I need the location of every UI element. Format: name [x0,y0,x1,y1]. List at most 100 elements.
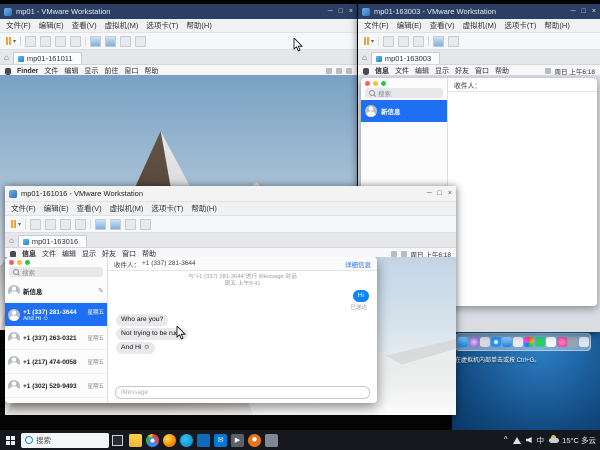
tabs-view-icon[interactable] [110,219,121,230]
dock-trash-icon[interactable] [579,337,589,347]
conversation-item-selected[interactable]: +1 (337) 281-3644 星期五 And Hi ☺ [5,303,107,326]
menu-tabs[interactable]: 选项卡(T) [151,203,183,214]
dock-launchpad-icon[interactable] [480,337,490,347]
taskbar-chrome-icon[interactable] [146,434,159,447]
dock-notes-icon[interactable] [513,337,523,347]
dock-messages-icon[interactable] [535,337,545,347]
minimize-traffic-icon[interactable] [373,81,378,86]
dock-safari-icon[interactable] [491,337,501,347]
compose-icon[interactable]: ✎ [98,287,104,295]
menu-help[interactable]: 帮助(H) [186,20,211,31]
close-traffic-icon[interactable] [9,260,14,265]
taskbar-search[interactable]: 搜索 [21,433,109,448]
minimize-button[interactable]: ─ [328,8,333,15]
start-button[interactable] [0,430,20,450]
menu-file[interactable]: 文件(F) [6,20,31,31]
macos-app-menu[interactable]: Finder [17,68,38,75]
fullscreen-icon[interactable] [135,36,146,47]
unity-mode-icon[interactable] [125,219,136,230]
taskbar-vmware-icon[interactable]: ▶ [231,434,244,447]
power-icon[interactable] [30,219,41,230]
window-titlebar[interactable]: mp01-161016 - VMware Workstation ─ □ × [5,186,456,202]
conversation-new-message[interactable]: 新信息 ✎ [5,279,107,303]
taskbar-mail-icon[interactable]: ✉ [214,434,227,447]
close-traffic-icon[interactable] [365,81,370,86]
taskbar-file-explorer-icon[interactable] [129,434,142,447]
dock-finder-icon[interactable] [458,337,468,347]
menu-vm[interactable]: 虚拟机(M) [105,20,139,31]
maximize-button[interactable]: □ [339,8,343,15]
fullscreen-icon[interactable] [448,36,459,47]
network-icon[interactable] [513,437,521,444]
apple-menu-icon[interactable] [5,68,11,75]
dock-mail-icon[interactable] [502,337,512,347]
close-button[interactable]: × [592,8,596,15]
close-button[interactable]: × [448,190,452,197]
conversation-new-message[interactable]: 新信息 [361,100,447,122]
taskbar-firefox-icon[interactable] [163,434,176,447]
power-icon[interactable] [25,36,36,47]
taskbar-store-icon[interactable] [197,434,210,447]
to-field[interactable]: 收件人： [448,78,597,92]
suspend-button[interactable]: ▾ [11,220,21,228]
minimize-button[interactable]: ─ [571,8,576,15]
dock-pages-icon[interactable] [546,337,556,347]
menu-vm[interactable]: 虚拟机(M) [110,203,144,214]
task-view-button[interactable] [109,430,125,450]
menu-tabs[interactable]: 选项卡(T) [146,20,178,31]
menu-help[interactable]: 帮助(H) [191,203,216,214]
window-titlebar[interactable]: mp01-163003 - VMware Workstation ─ □ × [358,4,600,19]
library-home-icon[interactable]: ⌂ [4,52,9,64]
menu-view[interactable]: 查看(V) [72,20,97,31]
suspend-button[interactable]: ▾ [364,37,374,45]
window-titlebar[interactable]: mp01 - VMware Workstation ─ □ × [0,4,357,19]
search-field[interactable]: 搜索 [365,88,443,98]
input-method-indicator[interactable]: 中 [537,435,545,446]
menu-vm[interactable]: 虚拟机(M) [463,20,497,31]
maximize-button[interactable]: □ [582,8,586,15]
dock-siri-icon[interactable] [469,337,479,347]
tray-expand-icon[interactable]: ^ [504,436,508,444]
library-home-icon[interactable]: ⌂ [9,235,14,247]
console-view-icon[interactable] [95,219,106,230]
taskbar-vlc-icon[interactable] [248,434,261,447]
unity-mode-icon[interactable] [120,36,131,47]
menu-edit[interactable]: 编辑(E) [39,20,64,31]
suspend-button[interactable]: ▾ [6,37,16,45]
settings-icon[interactable] [70,36,81,47]
spotlight-icon[interactable] [346,68,352,74]
conversation-item[interactable]: +1 (337) 263-0321 星期五 [5,326,107,350]
imessage-input[interactable]: iMessage [115,386,370,399]
menu-edit[interactable]: 编辑(E) [44,203,69,214]
taskbar-settings-icon[interactable] [265,434,278,447]
snapshot-icon[interactable] [45,219,56,230]
minimize-button[interactable]: ─ [427,190,432,197]
revert-snapshot-icon[interactable] [60,219,71,230]
conversation-item[interactable]: +1 (302) 529-9493 星期五 [5,374,107,398]
tabs-view-icon[interactable] [105,36,116,47]
apple-menu-icon[interactable] [363,68,369,75]
search-field[interactable]: 搜索 [9,267,103,277]
snapshot-icon[interactable] [40,36,51,47]
revert-snapshot-icon[interactable] [55,36,66,47]
menu-edit[interactable]: 编辑(E) [397,20,422,31]
snapshot-icon[interactable] [398,36,409,47]
maximize-button[interactable]: □ [438,190,442,197]
menu-help[interactable]: 帮助(H) [544,20,569,31]
settings-icon[interactable] [75,219,86,230]
zoom-traffic-icon[interactable] [381,81,386,86]
conversation-item[interactable]: +1 (217) 474-0058 星期五 [5,350,107,374]
settings-icon[interactable] [413,36,424,47]
menu-view[interactable]: 查看(V) [430,20,455,31]
wifi-icon[interactable] [326,68,332,74]
zoom-traffic-icon[interactable] [25,260,30,265]
menu-file[interactable]: 文件(F) [364,20,389,31]
details-link[interactable]: 详细信息 [345,259,371,269]
vm-tab[interactable]: mp01-163016 [18,235,87,247]
close-button[interactable]: × [349,8,353,15]
volume-icon[interactable] [526,437,532,443]
taskbar-edge-icon[interactable] [180,434,193,447]
wifi-icon[interactable] [545,68,551,74]
weather-widget[interactable]: 15°C 多云 [549,435,596,446]
dock-itunes-icon[interactable] [557,337,567,347]
